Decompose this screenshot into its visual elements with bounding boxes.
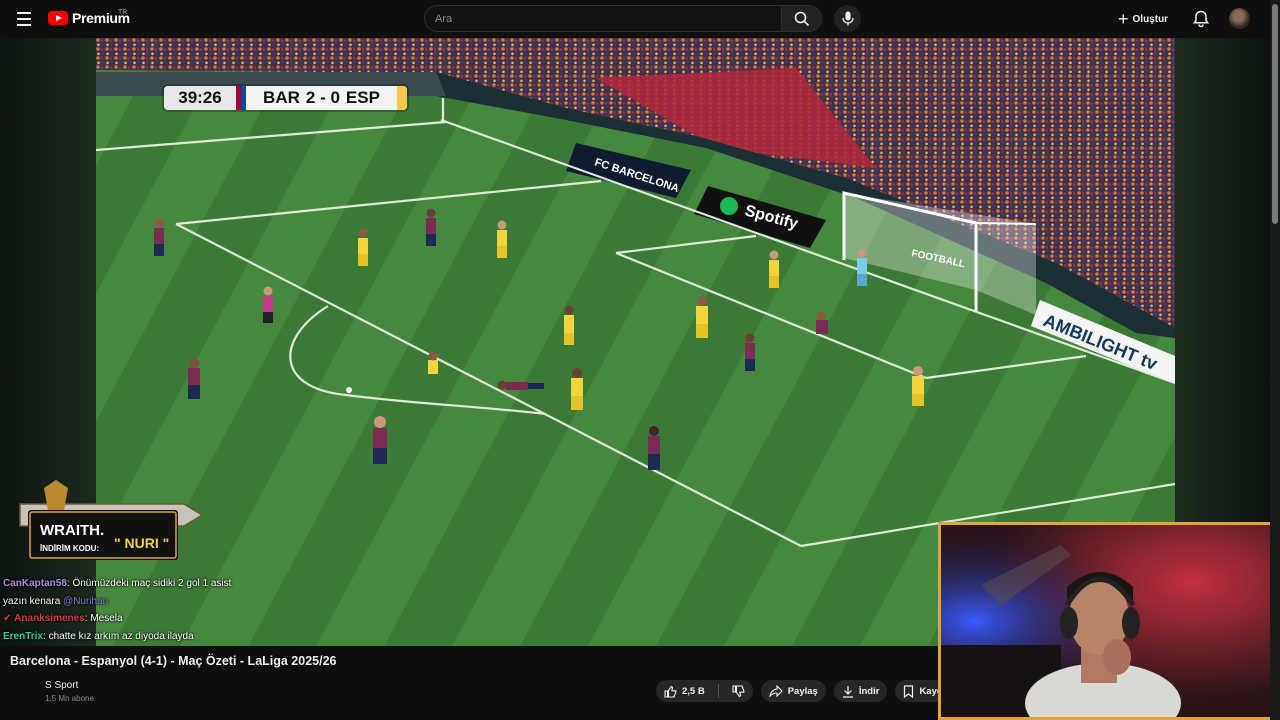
badge-icon: ✔ [3, 613, 15, 624]
bookmark-icon [904, 684, 914, 698]
home-team: BAR [263, 88, 300, 107]
spotify-logo-icon [720, 197, 738, 215]
search-input[interactable]: Ara [424, 5, 782, 32]
voice-search-button[interactable] [834, 5, 861, 32]
video-title: Barcelona - Espanyol (4-1) - Maç Özeti -… [10, 654, 337, 668]
headset-icon [1060, 607, 1078, 639]
score: 2 - 0 [305, 88, 340, 107]
chat-text: : Mesela [84, 613, 123, 624]
plus-icon: + [1118, 8, 1129, 29]
chat-username[interactable]: Ananksimenes [14, 613, 85, 624]
download-icon [842, 685, 853, 698]
share-label: Paylaş [787, 685, 818, 697]
share-button[interactable]: Paylaş [760, 680, 826, 702]
away-crest-icon [397, 86, 407, 110]
microphone-icon [841, 11, 854, 26]
create-label: Oluştur [1132, 13, 1169, 25]
match-clock: 39:26 [164, 86, 236, 110]
youtube-watch-page: Premium TR Ara + Oluştur FC BARCELONA Sp… [0, 0, 1280, 720]
away-team: ESP [345, 88, 380, 107]
subscriber-count: 1,5 Mn abone [45, 694, 94, 703]
ambient-right [1175, 38, 1270, 522]
share-icon [768, 685, 783, 697]
channel-name[interactable]: S Sport [45, 680, 78, 691]
divider [717, 684, 719, 698]
like-button[interactable]: 2,5 B [656, 680, 713, 702]
chat-username[interactable]: CanKaptan58 [3, 578, 67, 589]
chat-message: ErenTrix: chatte kız arkım az diyoda ila… [0, 628, 440, 646]
chat-message: yazın kenara @Nurihan [0, 593, 440, 611]
sponsor-banner: WRAITH. İNDİRİM KODU: " NURI " [19, 480, 204, 560]
search-icon [794, 11, 809, 26]
home-crest-icon [236, 86, 246, 110]
search-button[interactable] [782, 5, 822, 32]
logo-region-code: TR [118, 9, 128, 16]
action-buttons: 2,5 B Paylaş İndir Kaydet [656, 680, 960, 702]
chat-text: yazın kenara [3, 595, 64, 607]
thumbs-up-icon [664, 685, 677, 698]
scrollbar-thumb[interactable] [1272, 4, 1278, 224]
ball [346, 387, 352, 393]
chat-mention: @Nurihan [63, 595, 109, 607]
thumbs-down-icon [732, 684, 745, 697]
top-navigation-bar: Premium TR Ara + Oluştur [0, 0, 1280, 38]
sword-hilt-icon [44, 480, 68, 510]
streamer-hand [1103, 639, 1131, 675]
score-line: BAR 2 - 0 ESP [246, 86, 397, 110]
referee [263, 286, 273, 323]
chat-text: : Önümüzdeki maç sidiki 2 gol 1 asist [66, 578, 232, 589]
menu-icon[interactable] [14, 9, 34, 29]
youtube-logo-icon [48, 11, 68, 25]
streamer-webcam [938, 522, 1280, 720]
account-avatar[interactable] [1229, 8, 1250, 29]
page-scrollbar[interactable] [1270, 0, 1280, 720]
download-button[interactable]: İndir [833, 680, 888, 702]
sponsor-brand: WRAITH. [40, 522, 104, 539]
like-dislike-group: 2,5 B [656, 680, 753, 702]
chat-username[interactable]: ErenTrix [3, 631, 43, 642]
dislike-button[interactable] [724, 680, 753, 702]
chat-message: CanKaptan58: Önümüzdeki maç sidiki 2 gol… [0, 575, 440, 593]
webcam-frame [941, 525, 1277, 717]
sponsor-code: " NURI " [114, 535, 169, 551]
sponsor-code-label: İNDİRİM KODU: [40, 544, 99, 553]
like-count: 2,5 B [682, 685, 705, 697]
create-button[interactable]: + Oluştur [1118, 8, 1168, 30]
chat-message: ✔ Ananksimenes: Mesela [0, 610, 440, 628]
search-placeholder: Ara [435, 12, 453, 25]
download-label: İndir [858, 685, 880, 697]
bell-icon[interactable] [1191, 9, 1211, 29]
scorebug: 39:26 BAR 2 - 0 ESP [164, 86, 407, 110]
chat-text: : chatte kız arkım az diyoda ilayda [43, 630, 194, 642]
